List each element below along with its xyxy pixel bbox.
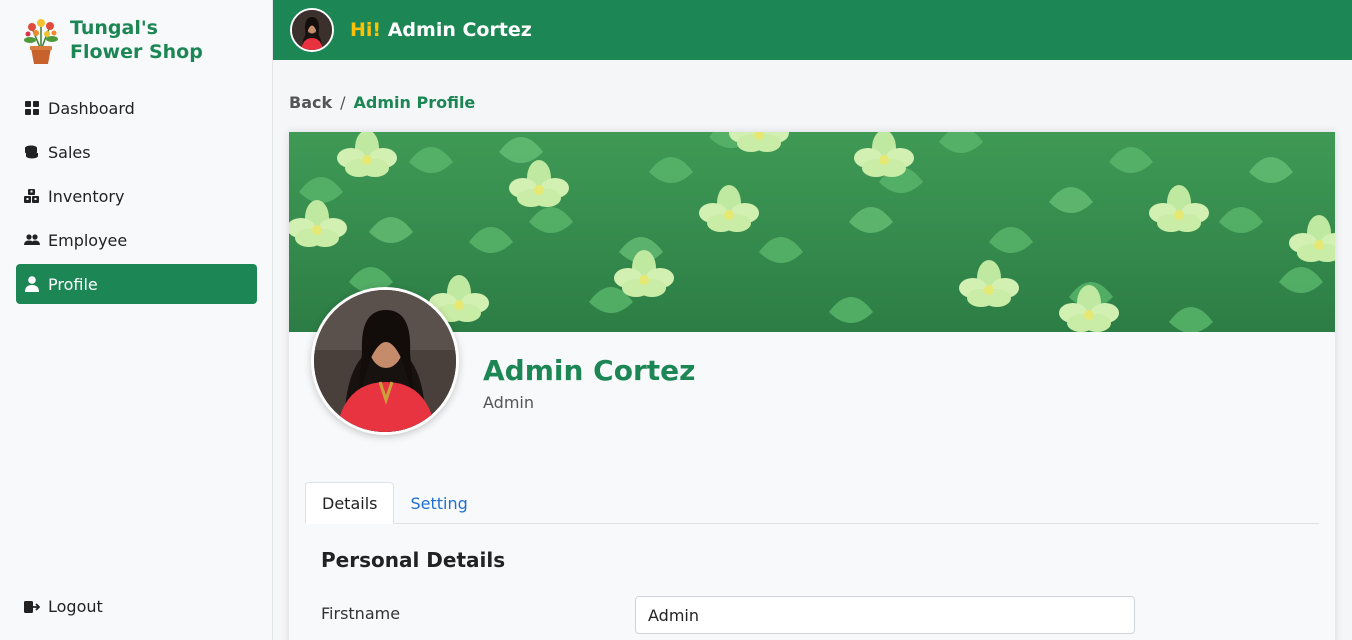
brand-title-line2: Flower Shop	[70, 41, 203, 63]
boxes-icon	[24, 188, 40, 204]
section-title: Personal Details	[321, 548, 506, 572]
greeting-hi: Hi!	[350, 19, 382, 41]
sidebar-item-employee[interactable]: Employee	[16, 220, 257, 260]
logout-icon	[24, 599, 40, 615]
brand[interactable]: Tungal's Flower Shop	[20, 14, 203, 66]
sidebar-item-profile[interactable]: Profile	[16, 264, 257, 304]
sidebar-item-label: Profile	[48, 274, 98, 294]
avatar[interactable]	[290, 8, 334, 52]
logout-label: Logout	[48, 597, 103, 616]
firstname-field[interactable]	[635, 596, 1135, 634]
firstname-label: Firstname	[321, 604, 401, 623]
top-header: Hi! Admin Cortez	[273, 0, 1352, 60]
sidebar-item-label: Dashboard	[48, 98, 135, 118]
sidebar-item-label: Employee	[48, 230, 128, 250]
greeting: Hi! Admin Cortez	[350, 19, 532, 41]
breadcrumb: Back / Admin Profile	[289, 93, 475, 112]
brand-title: Tungal's Flower Shop	[70, 16, 203, 64]
sidebar: Tungal's Flower Shop Dashboard Sales Inv…	[0, 0, 273, 640]
user-icon	[24, 276, 40, 292]
tab-details[interactable]: Details	[305, 482, 395, 524]
logout-button[interactable]: Logout	[24, 597, 103, 616]
sidebar-item-label: Inventory	[48, 186, 125, 206]
profile-card: Admin Cortez Admin Details Setting Perso…	[289, 132, 1335, 640]
greeting-name: Admin Cortez	[387, 19, 532, 41]
profile-role: Admin	[483, 393, 534, 412]
breadcrumb-separator: /	[340, 93, 346, 112]
users-icon	[24, 232, 40, 248]
tab-setting[interactable]: Setting	[394, 482, 483, 524]
sidebar-item-label: Sales	[48, 142, 91, 162]
sidebar-nav: Dashboard Sales Inventory Employee Profi…	[16, 88, 257, 308]
flower-pot-logo	[20, 14, 62, 66]
profile-tabs: Details Setting	[305, 482, 1319, 524]
breadcrumb-current: Admin Profile	[353, 93, 476, 112]
profile-avatar	[311, 287, 459, 435]
grid-icon	[24, 100, 40, 116]
sidebar-item-sales[interactable]: Sales	[16, 132, 257, 172]
cover-banner-image	[289, 132, 1335, 332]
coins-icon	[24, 144, 40, 160]
sidebar-item-inventory[interactable]: Inventory	[16, 176, 257, 216]
breadcrumb-back-link[interactable]: Back	[289, 93, 332, 112]
brand-title-line1: Tungal's	[70, 17, 158, 39]
sidebar-item-dashboard[interactable]: Dashboard	[16, 88, 257, 128]
profile-name: Admin Cortez	[483, 354, 696, 387]
